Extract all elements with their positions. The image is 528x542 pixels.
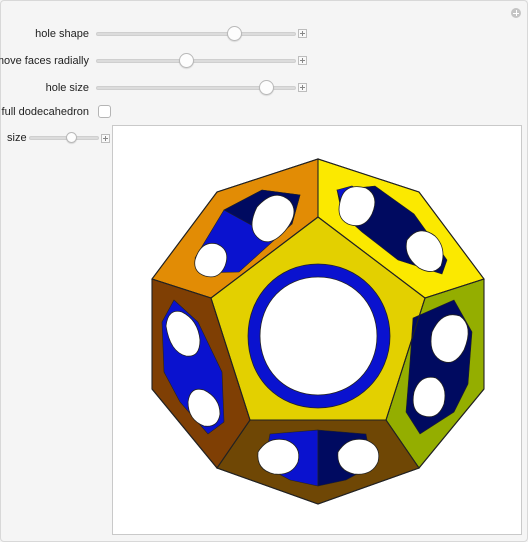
full-dodecahedron-checkbox[interactable]: [98, 105, 111, 118]
move-faces-radially-slider-track[interactable]: [96, 59, 296, 63]
hole-shape-plus-icon[interactable]: [298, 29, 307, 38]
dodecahedron-graphic[interactable]: [112, 125, 522, 535]
hole-size-plus-icon[interactable]: [298, 83, 307, 92]
move-faces-radially-label: move faces radially: [0, 55, 89, 67]
size-plus-icon[interactable]: [101, 134, 110, 143]
move-faces-radially-plus-icon[interactable]: [298, 56, 307, 65]
dodecahedron-svg: [151, 158, 485, 505]
full-dodecahedron-label: full dodecahedron: [1, 106, 89, 118]
hole-shape-slider-thumb[interactable]: [226, 26, 242, 41]
manipulate-panel: hole shape move faces radially hole size…: [0, 0, 528, 542]
hole-shape-slider-track[interactable]: [96, 32, 296, 36]
move-faces-radially-slider-thumb[interactable]: [178, 53, 194, 68]
size-slider-thumb[interactable]: [65, 132, 77, 143]
hole-size-label: hole size: [45, 82, 89, 94]
hole-shape-label: hole shape: [35, 28, 89, 40]
size-label: size: [7, 132, 27, 144]
front-hole: [247, 263, 391, 409]
size-slider-track[interactable]: [29, 136, 99, 140]
hole-size-slider-thumb[interactable]: [258, 80, 274, 95]
circle-plus-icon[interactable]: [511, 8, 521, 18]
